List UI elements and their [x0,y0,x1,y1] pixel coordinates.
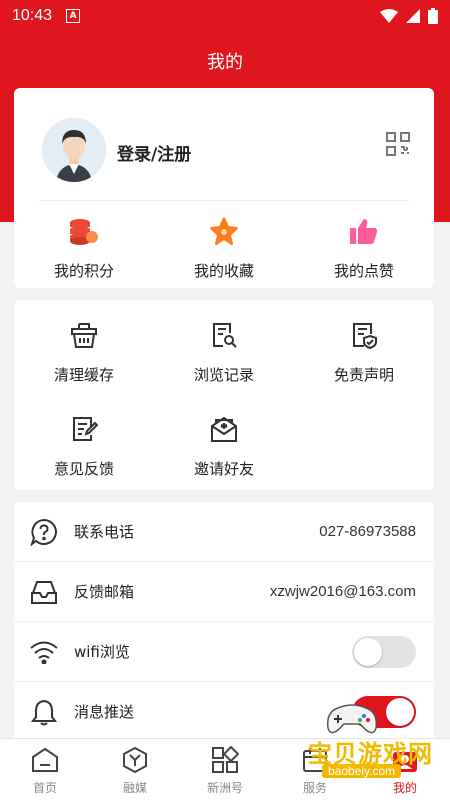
cell-signal-icon [406,9,420,23]
tool-feedback[interactable]: 意见反馈 [14,412,154,479]
tool-history[interactable]: 浏览记录 [154,318,294,385]
row-label: 反馈邮箱 [74,583,135,601]
tab-label: 新洲号 [206,781,243,795]
tab-xinzhou[interactable]: 新洲号 [180,739,270,800]
feedback-edit-icon [73,417,98,441]
status-bar: 10:43 A [0,0,450,32]
wifi-icon [30,641,58,664]
divider [38,200,410,201]
tab-label: 我的 [392,781,417,795]
row-label: 消息推送 [74,703,135,721]
toggle-knob [354,637,382,666]
tool-clear-cache[interactable]: 清理缓存 [14,318,154,385]
tab-mine[interactable]: 我的 [360,739,450,800]
thumbs-up-icon [350,219,378,244]
tool-label: 浏览记录 [193,366,254,384]
inbox-icon [31,580,57,604]
stat-label: 我的点赞 [333,262,394,280]
tab-home[interactable]: 首页 [0,739,90,800]
history-doc-icon [213,323,237,348]
wifi-toggle[interactable] [352,635,416,668]
bell-icon [31,699,57,725]
row-feedback-email[interactable]: 反馈邮箱 xzwjw2016@163.com [14,562,434,622]
stat-favorites[interactable]: 我的收藏 [154,214,294,281]
phone-number[interactable]: 027-86973588 [319,523,416,540]
tab-label: 服务 [302,781,327,795]
toggle-knob [386,697,414,726]
status-time: 10:43 [12,7,53,24]
page-title: 我的 [207,52,243,73]
tab-label: 融媒 [122,781,147,795]
invite-mail-icon [211,416,237,442]
row-label: wifi浏览 [74,643,130,661]
stat-label: 我的收藏 [193,262,254,280]
login-register-link[interactable]: 登录/注册 [117,140,191,165]
hexagon-y-icon [123,746,147,774]
bottom-tab-bar: 首页 融媒 新洲号 服务 我的 [0,738,450,800]
row-label: 联系电话 [74,523,135,541]
tool-label: 清理缓存 [53,366,114,384]
tab-label: 首页 [32,781,57,795]
tool-label: 免责声明 [333,366,394,384]
stat-label: 我的积分 [53,262,114,280]
battery-icon [428,8,438,24]
wifi-signal-icon [380,9,398,23]
tool-label: 邀请好友 [193,460,254,478]
tool-invite[interactable]: 邀请好友 [154,412,294,479]
user-avatar-icon [42,118,106,182]
star-icon [210,217,238,245]
grid-icon [212,746,239,773]
settings-card: 联系电话 027-86973588 反馈邮箱 xzwjw2016@163.com… [14,502,434,742]
profile-card: 登录/注册 我的积分 我的收藏 我的点赞 [14,88,434,288]
row-wifi-browse: wifi浏览 [14,622,434,682]
tool-disclaimer[interactable]: 免责声明 [294,318,434,385]
qr-code-icon[interactable] [386,132,410,160]
email-address[interactable]: xzwjw2016@163.com [270,583,416,600]
basket-icon [71,323,97,348]
question-bubble-icon [30,518,57,546]
tab-service[interactable]: 服务 [270,739,360,800]
tab-media[interactable]: 融媒 [90,739,180,800]
tools-card: 清理缓存 浏览记录 免责声明 意见反馈 邀请好友 [14,300,434,490]
tool-label: 意见反馈 [53,460,114,478]
home-icon [32,747,58,772]
disclaimer-doc-icon [353,323,377,349]
row-contact-phone[interactable]: 联系电话 027-86973588 [14,502,434,562]
stat-likes[interactable]: 我的点赞 [294,214,434,281]
profile-icon [393,752,417,772]
row-push-notifications: 消息推送 [14,682,434,742]
notification-a-icon: A [66,9,81,23]
coins-icon [70,219,98,245]
service-icon [303,748,327,772]
avatar[interactable] [42,118,106,182]
stat-points[interactable]: 我的积分 [14,214,154,281]
push-toggle[interactable] [352,695,416,728]
